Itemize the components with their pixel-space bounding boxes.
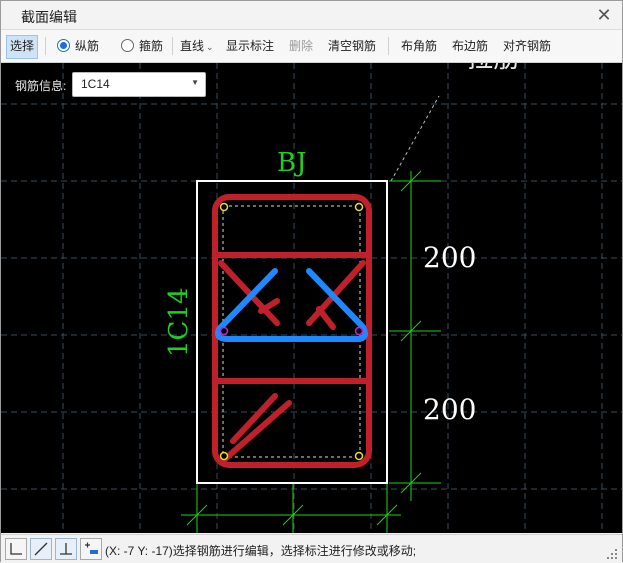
side-rebar-label[interactable]: 1C14	[164, 287, 194, 357]
stirrups[interactable]	[212, 194, 372, 468]
section-drawing[interactable]: 拉筋 200 200 BJ 1C14	[1, 63, 622, 533]
resize-grip-icon[interactable]	[606, 548, 618, 560]
toolbar-divider	[45, 37, 46, 55]
section-name-label: BJ	[277, 148, 307, 178]
stirrup-radio[interactable]: 箍筋	[121, 35, 163, 57]
longitudinal-radio[interactable]: 纵筋	[57, 35, 99, 57]
status-bar: (X: -7 Y: -17)选择钢筋进行编辑，选择标注进行修改或移动;	[1, 534, 622, 563]
corner-rebar-dot[interactable]	[354, 451, 364, 461]
stirrup-label: 箍筋	[139, 39, 164, 53]
corner-rebar-button[interactable]: 布角筋	[401, 35, 437, 57]
delete-button[interactable]: 删除	[289, 35, 313, 57]
rebar-info-value: 1C14	[81, 77, 110, 91]
dimension-lower[interactable]: 200	[423, 393, 476, 426]
line-mode-dropdown[interactable]: 直线 ⌄	[180, 35, 214, 57]
orthogonal-icon[interactable]	[5, 538, 27, 560]
snap-icon[interactable]	[80, 538, 102, 560]
leader-line	[390, 95, 440, 182]
toolbar-divider	[172, 37, 173, 55]
line-mode-label: 直线	[180, 39, 205, 53]
radio-unchecked-icon	[121, 39, 134, 52]
partial-top-label: 拉筋	[467, 63, 519, 74]
toolbar-divider	[388, 37, 389, 55]
dropdown-arrow-icon: ▼	[191, 78, 199, 87]
drawing-canvas[interactable]: 拉筋 200 200 BJ 1C14	[1, 63, 622, 533]
dimension-upper[interactable]: 200	[423, 241, 476, 274]
rebar-info-label: 钢筋信息:	[15, 79, 67, 93]
dimension-lines	[181, 170, 441, 533]
longitudinal-label: 纵筋	[75, 39, 100, 53]
core-outline	[222, 205, 361, 458]
diagonal-icon[interactable]	[30, 538, 52, 560]
status-text: (X: -7 Y: -17)选择钢筋进行编辑，选择标注进行修改或移动;	[105, 544, 417, 558]
perpendicular-icon[interactable]	[55, 538, 77, 560]
align-rebar-button[interactable]: 对齐钢筋	[503, 35, 551, 57]
window-title: 截面编辑	[21, 9, 77, 25]
corner-rebar-dot[interactable]	[219, 451, 229, 461]
radio-checked-icon	[57, 39, 70, 52]
rebar-info-select[interactable]: 1C14 ▼	[72, 72, 206, 97]
toolbar: 选择 纵筋 箍筋 直线 ⌄ 显示标注 删除 清空钢筋 布角筋 布边筋 对齐钢筋	[1, 30, 622, 63]
rebar-points[interactable]	[219, 202, 364, 461]
corner-rebar-dot[interactable]	[219, 202, 229, 212]
edge-rebar-button[interactable]: 布边筋	[452, 35, 488, 57]
show-annotation-button[interactable]: 显示标注	[226, 35, 274, 57]
chevron-down-icon: ⌄	[206, 42, 214, 52]
close-icon[interactable]: ✕	[594, 5, 614, 25]
title-bar: 截面编辑 ✕	[1, 1, 622, 30]
corner-rebar-dot[interactable]	[354, 202, 364, 212]
edge-rebar-dot[interactable]	[354, 326, 364, 336]
section-edit-window: 截面编辑 ✕ 选择 纵筋 箍筋 直线 ⌄ 显示标注 删除 清空钢筋 布角筋 布边筋…	[0, 0, 623, 563]
select-button[interactable]: 选择	[6, 35, 39, 59]
edge-rebar-dot[interactable]	[219, 326, 229, 336]
clear-rebar-button[interactable]: 清空钢筋	[328, 35, 376, 57]
